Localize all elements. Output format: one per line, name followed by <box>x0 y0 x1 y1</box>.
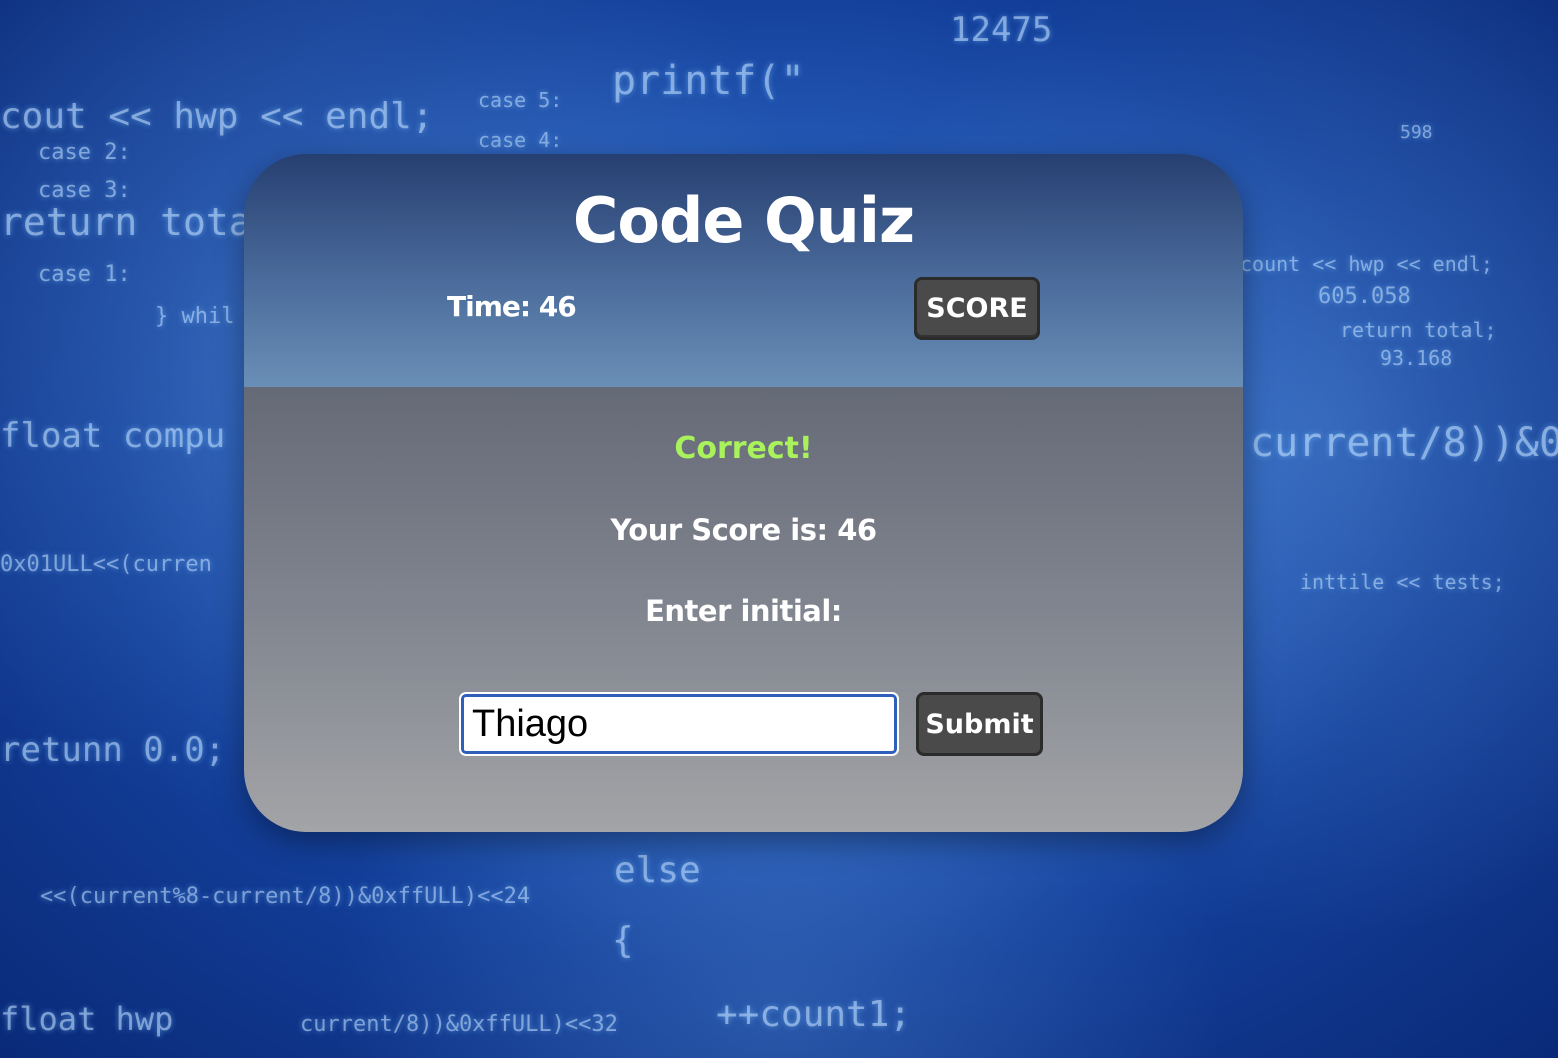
bg-code-line: <<(current%8-current/8))&0xffULL)<<24 <box>40 884 531 909</box>
initials-input[interactable] <box>459 692 899 756</box>
bg-code-line: { <box>612 920 634 961</box>
bg-code-line: ++count1; <box>716 994 912 1035</box>
page-title: Code Quiz <box>572 184 915 257</box>
final-score-text: Your Score is: 46 <box>610 513 877 547</box>
bg-code-line: float hwp <box>0 1000 174 1038</box>
bg-code-line: case 3: <box>38 178 131 203</box>
bg-code-line: } whil <box>155 304 235 329</box>
bg-code-line: case 4: <box>478 128 563 152</box>
bg-code-line: case 5: <box>478 88 563 112</box>
bg-code-line: case 2: <box>38 140 131 165</box>
result-panel: Correct! Your Score is: 46 Enter initial… <box>244 387 1243 832</box>
bg-code-line: 598 <box>1400 122 1433 143</box>
bg-code-line: 0x01ULL<<(curren <box>0 552 212 577</box>
score-button[interactable]: SCORE <box>914 277 1040 340</box>
bg-code-line: 12475 <box>950 10 1053 50</box>
timer: Time: 46 <box>447 290 577 323</box>
bg-code-line: else <box>614 850 701 891</box>
bg-code-line: printf(" <box>612 58 805 104</box>
bg-code-line: cout << hwp << endl; <box>0 96 434 137</box>
quiz-card: Code Quiz Time: 46 SCORE Correct! Your S… <box>244 154 1243 832</box>
submit-button[interactable]: Submit <box>916 692 1043 756</box>
bg-code-line: count << hwp << endl; <box>1240 252 1493 276</box>
bg-code-line: retunn 0.0; <box>0 730 226 770</box>
quiz-header: Code Quiz Time: 46 SCORE <box>244 154 1243 387</box>
bg-code-line: inttile << tests; <box>1300 570 1505 594</box>
initials-label: Enter initial: <box>645 594 842 628</box>
answer-feedback: Correct! <box>674 431 813 466</box>
bg-code-line: float compu <box>0 416 226 456</box>
bg-code-line: case 1: <box>38 262 131 287</box>
bg-code-line: current/8))&0xffULL)<<32 <box>300 1012 618 1037</box>
bg-code-line: 93.168 <box>1380 346 1453 370</box>
bg-code-line: return total; <box>1340 318 1497 342</box>
bg-code-line: 605.058 <box>1318 284 1411 309</box>
bg-code-line: current/8))&0xf <box>1250 420 1558 466</box>
